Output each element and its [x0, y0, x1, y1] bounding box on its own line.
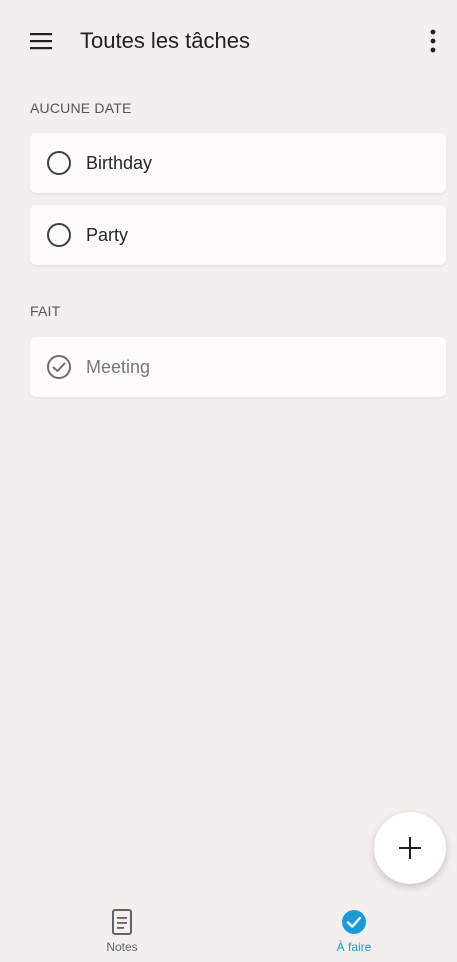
task-title: Meeting	[86, 356, 151, 377]
app-header: Toutes les tâches	[0, 0, 457, 82]
checked-circle-icon[interactable]	[46, 354, 72, 380]
task-item[interactable]: Birthday	[30, 133, 446, 193]
nav-item-notes[interactable]: Notes	[62, 908, 182, 954]
note-icon	[112, 909, 132, 935]
more-options-button[interactable]	[421, 24, 445, 58]
task-title: Party	[86, 224, 129, 245]
section-label-no-date: AUCUNE DATE	[30, 100, 132, 116]
nav-label-todo: À faire	[336, 940, 372, 954]
page-title: Toutes les tâches	[80, 28, 250, 53]
task-item[interactable]: Party	[30, 205, 446, 265]
plus-icon	[399, 837, 421, 859]
add-task-button[interactable]	[374, 812, 446, 884]
bottom-navigation: Notes À faire	[0, 900, 457, 962]
unchecked-circle-icon[interactable]	[46, 150, 72, 176]
nav-label-notes: Notes	[106, 940, 138, 954]
section-label-done: FAIT	[30, 303, 61, 319]
task-item-completed[interactable]: Meeting	[30, 337, 446, 397]
unchecked-circle-icon[interactable]	[46, 222, 72, 248]
task-title: Birthday	[86, 152, 153, 173]
hamburger-menu-icon	[30, 33, 52, 50]
menu-button[interactable]	[24, 26, 60, 56]
nav-item-todo[interactable]: À faire	[294, 908, 414, 954]
more-vert-icon	[430, 29, 436, 53]
check-circle-icon	[342, 910, 366, 934]
